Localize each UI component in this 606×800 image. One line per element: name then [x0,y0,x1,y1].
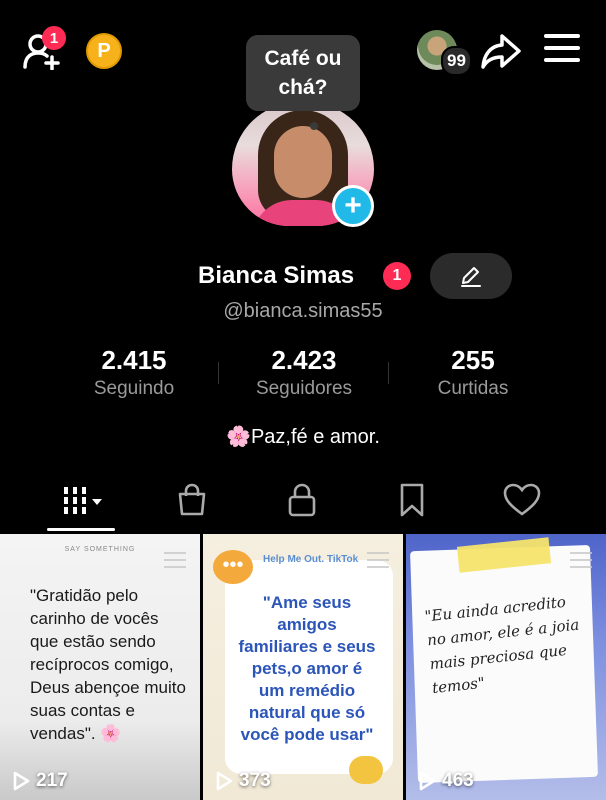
active-tab-indicator [47,528,115,531]
tab-shop[interactable] [162,480,222,520]
thumbnail-header: Help Me Out. TikTok [263,554,359,565]
video-thumbnail[interactable]: SAY SOMETHING "Gratidão pelo carinho de … [0,534,200,800]
hamburger-line [544,46,580,50]
view-count-value: 463 [442,770,474,791]
shop-bag-icon [178,483,206,516]
hamburger-line [544,58,580,62]
profile-name: Bianca Simas [198,262,355,289]
thumbnail-text: "Gratidão pelo carinho de vocês que estã… [30,586,186,743]
stat-followers[interactable]: 2.423 Seguidores [214,344,394,400]
coin-icon[interactable]: P [86,33,122,69]
video-thumbnail[interactable]: ••• Help Me Out. TikTok "Ame seus amigos… [203,534,403,800]
stat-following[interactable]: 2.415 Seguindo [44,344,224,400]
tab-private[interactable] [272,480,332,520]
menu-lines-icon [164,552,186,573]
notification-badge: 1 [42,26,66,50]
play-icon [419,771,436,791]
note-bubble-tail [310,122,318,130]
sticker-decoration [349,756,383,784]
view-count-value: 217 [36,770,68,791]
view-count: 373 [215,770,271,792]
profile-visitors-button[interactable]: 99 [417,30,473,76]
thumbnail-text: "Ame seus amigos familiares e seus pets,… [238,593,376,744]
profile-bio: 🌸Paz,fé e amor. [226,426,380,448]
tab-liked[interactable] [492,480,552,520]
menu-button[interactable] [544,34,580,66]
visitors-count: 99 [441,46,472,76]
stat-label: Curtidas [437,378,509,399]
hamburger-line [544,34,580,38]
heart-icon [503,483,541,516]
edit-profile-button[interactable] [430,253,512,299]
profile-handle: @bianca.simas55 [223,300,383,322]
tab-saved[interactable] [382,480,442,520]
view-count: 217 [12,770,68,792]
play-icon [13,771,30,791]
stat-value: 255 [451,345,495,375]
add-friends-button[interactable]: 1 [22,26,66,74]
stat-label: Seguindo [93,378,175,399]
play-icon [216,771,233,791]
bookmark-icon [400,483,424,517]
view-count: 463 [418,770,474,792]
menu-lines-icon [367,552,389,573]
note-bubble[interactable]: Café ou chá? [246,35,360,111]
video-thumbnail[interactable]: "Eu ainda acredito no amor, ele é a joia… [406,534,606,800]
lock-icon [288,483,316,517]
videos-grid-icon [64,487,102,514]
share-arrow-icon [481,34,521,69]
share-button[interactable] [480,32,522,72]
stat-label: Seguidores [255,378,353,399]
menu-lines-icon [570,552,592,573]
stat-likes[interactable]: 255 Curtidas [383,344,563,400]
pencil-icon [461,267,481,287]
chat-bubble-icon: ••• [213,550,253,584]
thumbnail-text: "Eu ainda acredito no amor, ele é a joia… [423,592,581,698]
add-story-button[interactable]: + [332,185,374,227]
plus-icon: + [344,189,362,222]
view-count-value: 373 [239,770,271,791]
stat-value: 2.415 [101,345,167,375]
name-badge: 1 [383,262,411,290]
tab-videos[interactable] [52,480,112,520]
stat-value: 2.423 [271,345,337,375]
